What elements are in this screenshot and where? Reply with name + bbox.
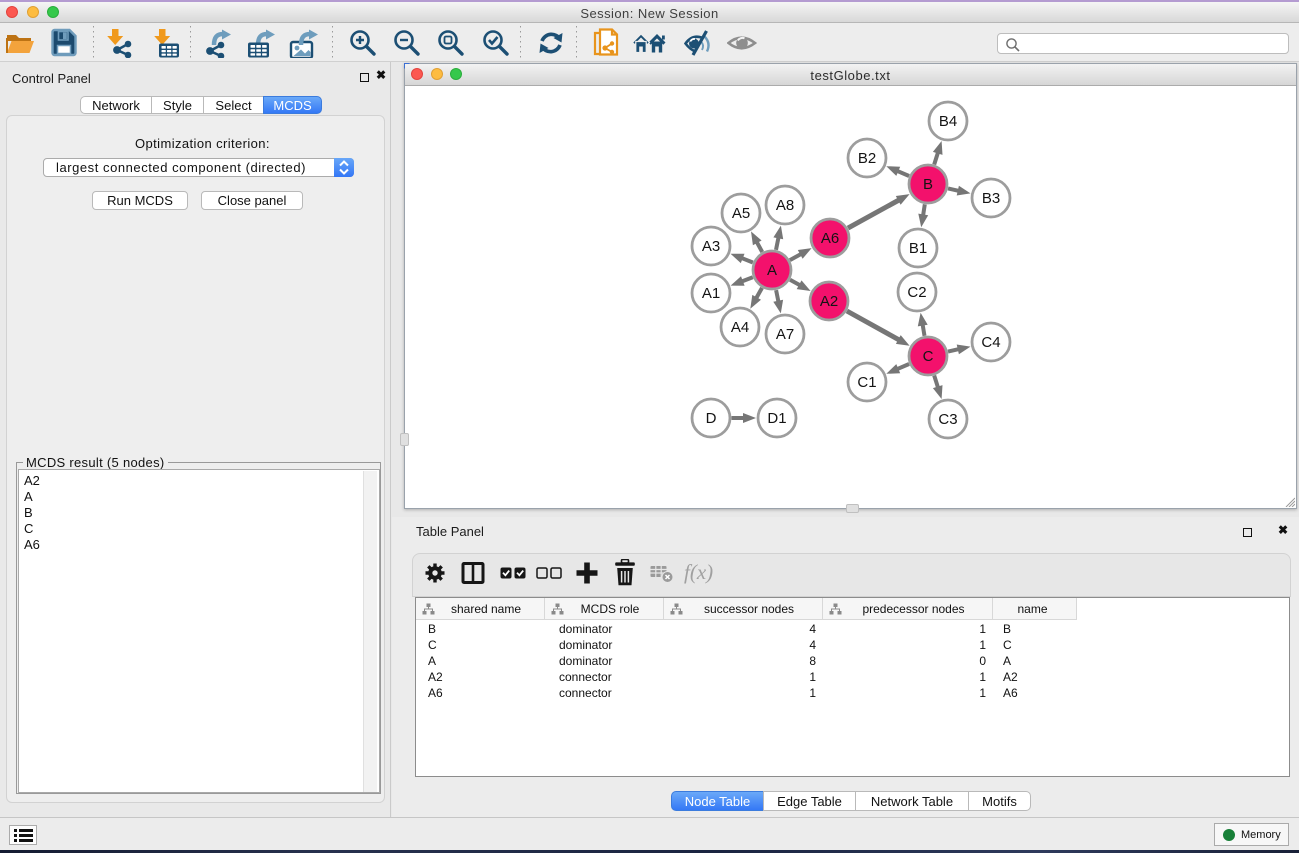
svg-text:A4: A4: [731, 319, 749, 336]
svg-text:C4: C4: [981, 334, 1000, 351]
svg-text:C3: C3: [938, 411, 957, 428]
svg-text:D: D: [706, 410, 717, 427]
svg-text:A3: A3: [702, 238, 720, 255]
svg-text:A8: A8: [776, 197, 794, 214]
svg-text:B: B: [923, 176, 933, 193]
svg-text:A1: A1: [702, 285, 720, 302]
svg-text:B2: B2: [858, 150, 876, 167]
svg-text:B3: B3: [982, 190, 1000, 207]
svg-text:B4: B4: [939, 113, 957, 130]
svg-text:A: A: [767, 262, 777, 279]
svg-text:A6: A6: [821, 230, 839, 247]
svg-text:A7: A7: [776, 326, 794, 343]
svg-text:A2: A2: [820, 293, 838, 310]
svg-text:C1: C1: [857, 374, 876, 391]
svg-text:D1: D1: [767, 410, 786, 427]
svg-text:C: C: [923, 348, 934, 365]
svg-text:C2: C2: [907, 284, 926, 301]
svg-text:A5: A5: [732, 205, 750, 222]
svg-text:B1: B1: [909, 240, 927, 257]
